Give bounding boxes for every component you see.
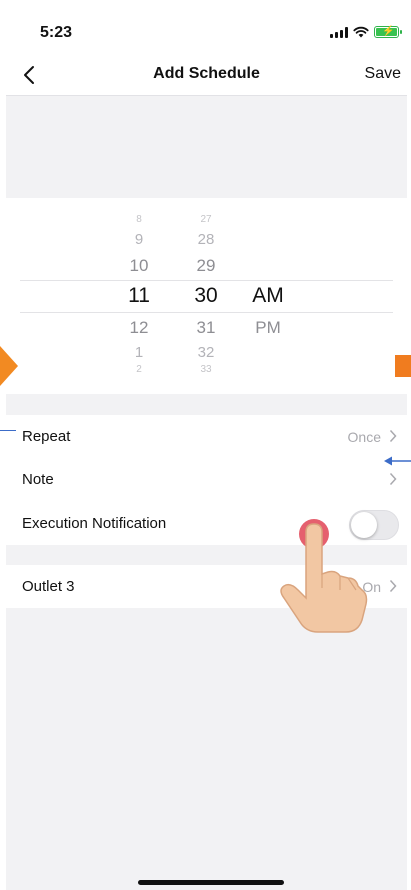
hour-option-selected[interactable]: 11 <box>109 284 169 308</box>
status-icons: ⚡ <box>330 26 402 38</box>
minute-option[interactable]: 31 <box>176 318 236 338</box>
repeat-row[interactable]: Repeat Once <box>6 415 407 458</box>
hour-option[interactable]: 1 <box>109 344 169 361</box>
navigation-bar: Add Schedule Save <box>6 52 407 96</box>
minute-option-selected[interactable]: 30 <box>176 284 236 308</box>
hour-option[interactable]: 9 <box>109 231 169 248</box>
orange-marker-left <box>0 346 18 386</box>
hour-option[interactable]: 10 <box>109 256 169 276</box>
chevron-right-icon <box>389 579 397 593</box>
cellular-signal-icon <box>330 26 348 38</box>
minute-option[interactable]: 29 <box>176 256 236 276</box>
minute-option[interactable]: 32 <box>176 344 236 361</box>
note-row[interactable]: Note <box>6 458 407 501</box>
orange-marker-right <box>395 355 411 377</box>
minute-option[interactable]: 27 <box>176 214 236 225</box>
home-indicator <box>138 880 284 885</box>
period-option-selected[interactable]: AM <box>238 284 298 308</box>
period-option[interactable]: PM <box>238 318 298 338</box>
status-bar: 5:23 ⚡ <box>6 0 407 52</box>
chevron-right-icon <box>389 472 397 486</box>
app-screen: 5:23 ⚡ Add Schedule Save 8 9 10 11 12 1 … <box>6 0 407 890</box>
blue-arrow-left-icon <box>384 456 411 466</box>
repeat-label: Repeat <box>22 428 71 445</box>
hour-wheel[interactable]: 8 9 10 11 12 1 2 <box>109 198 169 394</box>
minute-option[interactable]: 33 <box>176 364 236 375</box>
hand-pointer-icon <box>280 519 368 633</box>
outlet-label: Outlet 3 <box>22 578 75 595</box>
chevron-right-icon <box>389 429 397 443</box>
save-button[interactable]: Save <box>365 65 401 83</box>
time-picker[interactable]: 8 9 10 11 12 1 2 27 28 29 30 31 32 33 AM… <box>6 198 407 394</box>
minute-option[interactable]: 28 <box>176 231 236 248</box>
repeat-value: Once <box>347 429 381 445</box>
execution-notification-label: Execution Notification <box>22 515 167 532</box>
hour-option[interactable]: 2 <box>109 364 169 375</box>
minute-wheel[interactable]: 27 28 29 30 31 32 33 <box>176 198 236 394</box>
hour-option[interactable]: 8 <box>109 214 169 225</box>
hour-option[interactable]: 12 <box>109 318 169 338</box>
status-time: 5:23 <box>40 24 73 41</box>
note-label: Note <box>22 471 54 488</box>
period-wheel[interactable]: AM PM <box>238 198 298 394</box>
wifi-icon <box>353 26 369 38</box>
page-title: Add Schedule <box>153 65 260 82</box>
blue-annotation-line <box>0 430 16 431</box>
battery-charging-icon: ⚡ <box>374 26 402 38</box>
